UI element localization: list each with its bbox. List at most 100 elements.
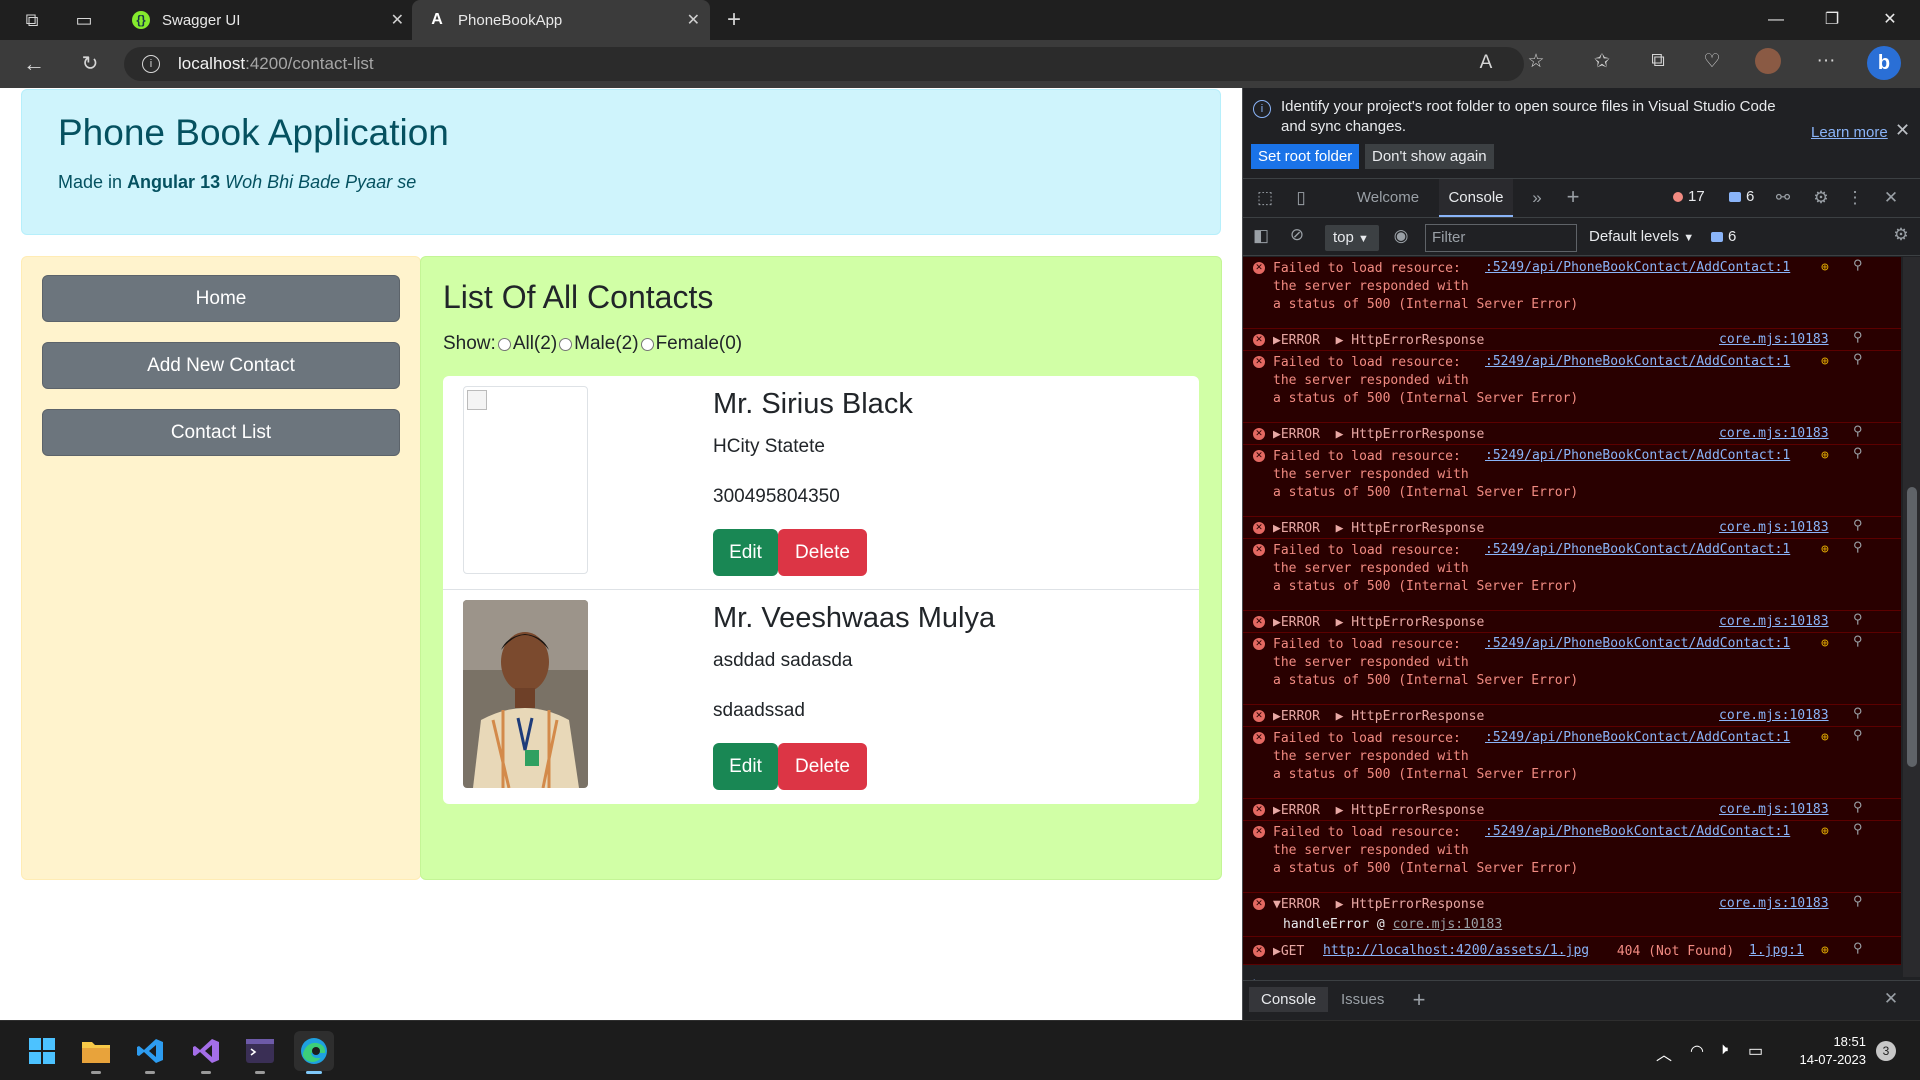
network-request-icon[interactable]: ⊕ xyxy=(1821,943,1829,958)
inspect-element-icon[interactable]: ⬚ xyxy=(1253,188,1277,208)
connect-icon[interactable]: ⚯ xyxy=(1771,188,1795,208)
close-devtools-icon[interactable]: ✕ xyxy=(1879,188,1903,208)
close-icon[interactable]: ✕ xyxy=(391,10,404,30)
drawer-tab-issues[interactable]: Issues xyxy=(1341,991,1384,1008)
network-request-icon[interactable]: ⊕ xyxy=(1821,542,1829,557)
more-menu-icon[interactable]: ⋮ xyxy=(1843,188,1867,208)
search-icon[interactable]: ⚲ xyxy=(1853,446,1863,461)
device-toolbar-icon[interactable]: ▯ xyxy=(1289,188,1313,208)
clock[interactable]: 18:51 14-07-2023 xyxy=(1780,1033,1867,1069)
refresh-icon[interactable]: ↻ xyxy=(70,40,110,88)
edit-button[interactable]: Edit xyxy=(713,529,778,576)
file-explorer-icon[interactable] xyxy=(76,1031,116,1074)
log-levels-dropdown[interactable]: Default levels ▼ xyxy=(1589,228,1694,245)
source-link[interactable]: core.mjs:10183 xyxy=(1719,708,1829,723)
toolbar-message-badge[interactable]: 6 xyxy=(1711,228,1736,245)
network-request-icon[interactable]: ⊕ xyxy=(1821,354,1829,369)
source-link[interactable]: core.mjs:10183 xyxy=(1719,802,1829,817)
log-message[interactable]: ▶ERROR ▶ HttpErrorResponse xyxy=(1273,332,1484,350)
log-message[interactable]: ▶ERROR ▶ HttpErrorResponse xyxy=(1273,426,1484,444)
search-icon[interactable]: ⚲ xyxy=(1853,941,1863,956)
filter-female-radio[interactable] xyxy=(640,337,654,351)
live-expression-eye-icon[interactable]: ◉ xyxy=(1389,226,1413,246)
log-message[interactable]: ▶ERROR ▶ HttpErrorResponse xyxy=(1273,708,1484,726)
search-icon[interactable]: ⚲ xyxy=(1853,330,1863,345)
home-button[interactable]: Home xyxy=(42,275,400,322)
add-new-contact-button[interactable]: Add New Contact xyxy=(42,342,400,389)
vscode-icon[interactable] xyxy=(130,1031,170,1074)
search-icon[interactable]: ⚲ xyxy=(1853,706,1863,721)
favorite-star-icon[interactable]: ☆ xyxy=(1518,50,1554,73)
volume-muted-icon[interactable]: 🕨 xyxy=(1718,1041,1728,1059)
search-icon[interactable]: ⚲ xyxy=(1853,352,1863,367)
favorites-icon[interactable]: ✩ xyxy=(1584,50,1620,73)
filter-female-label[interactable]: Female(0) xyxy=(656,333,743,355)
delete-button[interactable]: Delete xyxy=(778,529,867,576)
filter-male-radio[interactable] xyxy=(559,337,573,351)
log-message[interactable]: ▶ERROR ▶ HttpErrorResponse xyxy=(1273,614,1484,632)
log-method[interactable]: ▶GET xyxy=(1273,943,1312,961)
source-link[interactable]: core.mjs:10183 xyxy=(1719,614,1829,629)
tab-welcome[interactable]: Welcome xyxy=(1345,179,1431,217)
search-icon[interactable]: ⚲ xyxy=(1853,612,1863,627)
settings-gear-icon[interactable]: ⚙ xyxy=(1809,188,1833,208)
search-icon[interactable]: ⚲ xyxy=(1853,894,1863,909)
filter-all-radio[interactable] xyxy=(497,337,511,351)
search-icon[interactable]: ⚲ xyxy=(1853,822,1863,837)
scroll-thumb[interactable] xyxy=(1907,487,1917,767)
vertical-tabs-icon[interactable]: ▭ xyxy=(64,0,104,40)
console-settings-gear-icon[interactable]: ⚙ xyxy=(1889,225,1913,245)
source-link[interactable]: :5249/api/PhoneBookContact/AddContact:1 xyxy=(1485,354,1790,369)
network-request-icon[interactable]: ⊕ xyxy=(1821,730,1829,745)
filter-male-label[interactable]: Male(2) xyxy=(574,333,638,355)
back-icon[interactable]: ← xyxy=(14,40,54,88)
tab-swagger-ui[interactable]: {} Swagger UI ✕ xyxy=(116,0,414,40)
set-root-folder-button[interactable]: Set root folder xyxy=(1251,144,1360,169)
collections-icon[interactable]: ⧉ xyxy=(1640,50,1676,72)
close-drawer-icon[interactable]: ✕ xyxy=(1879,989,1903,1009)
source-link[interactable]: :5249/api/PhoneBookContact/AddContact:1 xyxy=(1485,824,1790,839)
search-icon[interactable]: ⚲ xyxy=(1853,518,1863,533)
sidebar-toggle-icon[interactable]: ◧ xyxy=(1249,226,1273,246)
console-scrollbar[interactable] xyxy=(1903,257,1920,977)
network-request-icon[interactable]: ⊕ xyxy=(1821,448,1829,463)
context-select[interactable]: top ▼ xyxy=(1325,225,1379,251)
start-windows-icon[interactable] xyxy=(22,1031,62,1071)
search-icon[interactable]: ⚲ xyxy=(1853,424,1863,439)
source-link[interactable]: :5249/api/PhoneBookContact/AddContact:1 xyxy=(1485,260,1790,275)
log-message[interactable]: ▼ERROR ▶ HttpErrorResponse xyxy=(1273,896,1484,914)
browser-essentials-icon[interactable]: ♡ xyxy=(1694,50,1730,73)
network-request-icon[interactable]: ⊕ xyxy=(1821,636,1829,651)
tab-console[interactable]: Console xyxy=(1439,179,1513,217)
more-tabs-icon[interactable]: » xyxy=(1525,188,1549,208)
error-count-badge[interactable]: 17 xyxy=(1673,188,1705,205)
request-url-link[interactable]: http://localhost:4200/assets/1.jpg xyxy=(1323,943,1589,958)
network-request-icon[interactable]: ⊕ xyxy=(1821,824,1829,839)
site-info-icon[interactable]: i xyxy=(142,55,160,73)
drawer-tab-console[interactable]: Console xyxy=(1249,987,1329,1012)
source-link[interactable]: 1.jpg:1 xyxy=(1749,943,1804,958)
window-close-icon[interactable]: ✕ xyxy=(1862,0,1918,40)
source-link[interactable]: :5249/api/PhoneBookContact/AddContact:1 xyxy=(1485,636,1790,651)
source-link[interactable]: core.mjs:10183 xyxy=(1719,332,1829,347)
minimize-icon[interactable]: — xyxy=(1748,0,1804,40)
add-drawer-tab-icon[interactable]: + xyxy=(1407,987,1431,1013)
filter-all-label[interactable]: All(2) xyxy=(513,333,557,355)
profile-avatar[interactable] xyxy=(1750,48,1786,80)
source-link[interactable]: :5249/api/PhoneBookContact/AddContact:1 xyxy=(1485,448,1790,463)
add-tab-icon[interactable]: + xyxy=(1561,184,1585,210)
search-icon[interactable]: ⚲ xyxy=(1853,258,1863,273)
new-tab-icon[interactable]: + xyxy=(714,0,754,40)
dont-show-again-button[interactable]: Don't show again xyxy=(1365,144,1494,169)
battery-icon[interactable]: ▭ xyxy=(1748,1041,1763,1061)
read-aloud-icon[interactable]: A xyxy=(1468,52,1504,74)
notification-badge[interactable]: 3 xyxy=(1876,1041,1896,1061)
edge-browser-icon[interactable] xyxy=(294,1031,334,1074)
search-icon[interactable]: ⚲ xyxy=(1853,540,1863,555)
contact-list-button[interactable]: Contact List xyxy=(42,409,400,456)
learn-more-link[interactable]: Learn more xyxy=(1811,124,1888,141)
search-icon[interactable]: ⚲ xyxy=(1853,728,1863,743)
search-icon[interactable]: ⚲ xyxy=(1853,800,1863,815)
clear-console-icon[interactable]: ⊘ xyxy=(1285,225,1309,245)
source-link[interactable]: core.mjs:10183 xyxy=(1719,896,1829,911)
